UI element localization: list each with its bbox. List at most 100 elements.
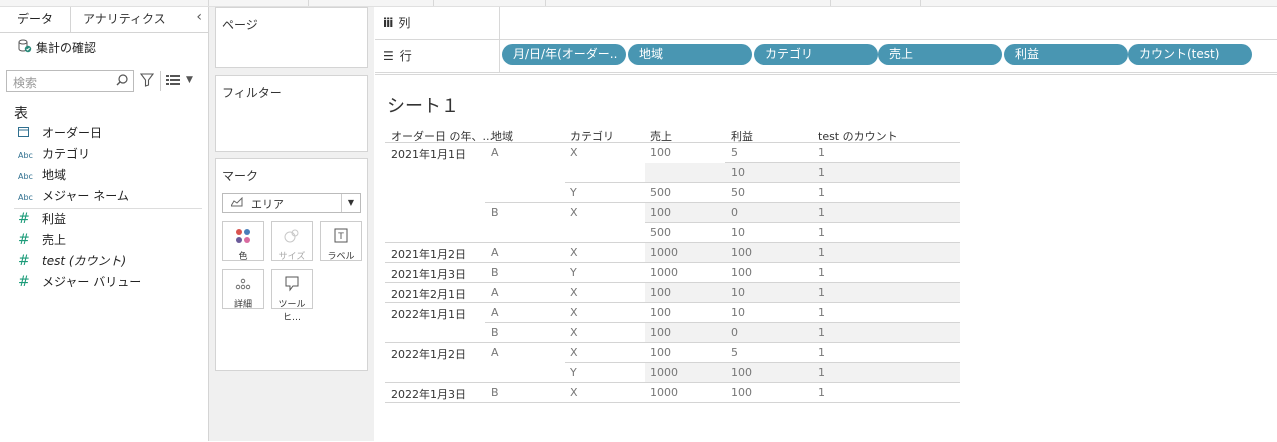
cell-order-date[interactable]: 2021年2月1日: [391, 286, 466, 302]
cell-category[interactable]: X: [570, 206, 578, 219]
cell-sales[interactable]: 100: [650, 306, 671, 319]
collapse-pane-icon[interactable]: ‹: [196, 9, 202, 25]
cell-region[interactable]: A: [491, 286, 499, 299]
color-icon: [236, 229, 250, 243]
mark-type-dropdown[interactable]: エリア ▼: [222, 193, 361, 213]
cell-profit[interactable]: 50: [731, 186, 745, 199]
cell-profit[interactable]: 10: [731, 306, 745, 319]
cell-sales[interactable]: 100: [650, 286, 671, 299]
cell-sales[interactable]: 500: [650, 186, 671, 199]
view-list-icon[interactable]: [166, 75, 180, 85]
cell-region[interactable]: B: [491, 386, 499, 399]
row-pill-profit[interactable]: 利益: [1004, 44, 1128, 65]
cell-region[interactable]: A: [491, 306, 499, 319]
cell-count[interactable]: 1: [818, 306, 825, 319]
color-button[interactable]: 色: [222, 221, 264, 262]
cell-order-date[interactable]: 2022年1月1日: [391, 306, 466, 322]
cell-count[interactable]: 1: [818, 326, 825, 339]
field-sales[interactable]: # 売上: [18, 230, 66, 251]
cell-sales[interactable]: 100: [650, 326, 671, 339]
search-input[interactable]: 検索: [6, 70, 134, 92]
field-measure-values[interactable]: # メジャー バリュー: [18, 272, 141, 293]
cell-profit[interactable]: 10: [731, 166, 745, 179]
tab-analytics[interactable]: アナリティクス: [71, 7, 191, 32]
cell-category[interactable]: Y: [570, 366, 577, 379]
cell-category[interactable]: Y: [570, 266, 577, 279]
cell-count[interactable]: 1: [818, 186, 825, 199]
size-button[interactable]: サイズ: [271, 221, 313, 262]
cell-region[interactable]: B: [491, 266, 499, 279]
row-pill-category[interactable]: カテゴリ: [754, 44, 878, 65]
cell-category[interactable]: X: [570, 306, 578, 319]
row-pill-sales[interactable]: 売上: [878, 44, 1002, 65]
cell-category[interactable]: X: [570, 346, 578, 359]
cell-count[interactable]: 1: [818, 146, 825, 159]
cell-sales[interactable]: 100: [650, 146, 671, 159]
cell-category[interactable]: Y: [570, 186, 577, 199]
row-divider: [385, 382, 960, 383]
cell-count[interactable]: 1: [818, 386, 825, 399]
cell-sales[interactable]: 100: [650, 206, 671, 219]
cell-category[interactable]: X: [570, 246, 578, 259]
label-button[interactable]: T ラベル: [320, 221, 362, 262]
field-region[interactable]: Abc 地域: [18, 165, 66, 186]
cell-profit[interactable]: 10: [731, 226, 745, 239]
field-measure-names[interactable]: Abc メジャー ネーム: [18, 186, 129, 207]
cell-sales[interactable]: 1000: [650, 266, 678, 279]
detail-button[interactable]: 詳細: [222, 269, 264, 310]
cell-profit[interactable]: 100: [731, 266, 752, 279]
row-pill-region[interactable]: 地域: [628, 44, 752, 65]
cell-order-date[interactable]: 2021年1月3日: [391, 266, 466, 282]
cell-sales[interactable]: 1000: [650, 366, 678, 379]
cell-category[interactable]: X: [570, 386, 578, 399]
row-pill-order-date[interactable]: 月/日/年(オーダー..: [502, 44, 626, 65]
cell-order-date[interactable]: 2022年1月3日: [391, 386, 466, 402]
cell-sales[interactable]: 500: [650, 226, 671, 239]
cell-profit[interactable]: 10: [731, 286, 745, 299]
cell-sales[interactable]: 100: [650, 346, 671, 359]
field-category[interactable]: Abc カテゴリ: [18, 144, 90, 165]
cell-count[interactable]: 1: [818, 366, 825, 379]
strip-divider: [308, 0, 309, 6]
cell-count[interactable]: 1: [818, 246, 825, 259]
cell-profit[interactable]: 5: [731, 346, 738, 359]
chevron-down-icon[interactable]: ▼: [186, 75, 193, 85]
field-profit[interactable]: # 利益: [18, 209, 66, 230]
tooltip-button[interactable]: ツールヒ…: [271, 269, 313, 323]
cell-count[interactable]: 1: [818, 226, 825, 239]
cell-category[interactable]: X: [570, 146, 578, 159]
filters-card[interactable]: フィルター: [215, 75, 368, 152]
cell-order-date[interactable]: 2021年1月2日: [391, 246, 466, 262]
cell-count[interactable]: 1: [818, 266, 825, 279]
cell-profit[interactable]: 5: [731, 146, 738, 159]
cell-region[interactable]: A: [491, 346, 499, 359]
pages-card[interactable]: ページ: [215, 7, 368, 68]
cell-category[interactable]: X: [570, 326, 578, 339]
datasource-item[interactable]: 集計の確認: [18, 39, 96, 56]
cell-count[interactable]: 1: [818, 206, 825, 219]
cell-profit[interactable]: 0: [731, 326, 738, 339]
cell-count[interactable]: 1: [818, 166, 825, 179]
cell-profit[interactable]: 100: [731, 366, 752, 379]
cell-region[interactable]: B: [491, 326, 499, 339]
filter-icon[interactable]: [140, 73, 154, 87]
field-order-date[interactable]: オーダー日: [18, 123, 102, 144]
cell-category[interactable]: X: [570, 286, 578, 299]
label-label: ラベル: [327, 252, 355, 262]
cell-profit[interactable]: 0: [731, 206, 738, 219]
columns-shelf[interactable]: iii 列: [375, 7, 1277, 40]
cell-count[interactable]: 1: [818, 346, 825, 359]
cell-count[interactable]: 1: [818, 286, 825, 299]
cell-profit[interactable]: 100: [731, 386, 752, 399]
field-test-count[interactable]: # test (カウント): [18, 251, 126, 272]
cell-sales[interactable]: 1000: [650, 246, 678, 259]
cell-profit[interactable]: 100: [731, 246, 752, 259]
cell-order-date[interactable]: 2021年1月1日: [391, 146, 466, 162]
cell-region[interactable]: A: [491, 146, 499, 159]
row-pill-count-test[interactable]: カウント(test): [1128, 44, 1252, 65]
cell-sales[interactable]: 1000: [650, 386, 678, 399]
cell-region[interactable]: A: [491, 246, 499, 259]
tab-data[interactable]: データ: [0, 7, 71, 32]
cell-region[interactable]: B: [491, 206, 499, 219]
cell-order-date[interactable]: 2022年1月2日: [391, 346, 466, 362]
